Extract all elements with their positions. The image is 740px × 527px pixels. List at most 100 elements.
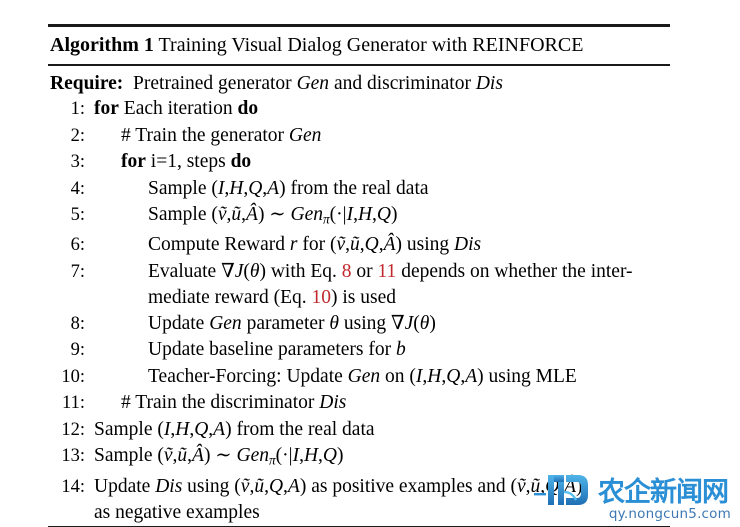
algorithm-line-body: # Train the discriminator Dis [94,390,670,416]
algorithm-text: # Train the discriminator [121,392,319,413]
algorithm-text: Each iteration [119,98,238,119]
algorithm-math-symbol: Q [377,204,391,225]
algorithm-continuation-line: mediate reward (Eq. 10) is used [48,285,670,311]
algorithm-title-text: Training Visual Dialog Generator with RE… [159,34,584,56]
algorithm-text: ) is used [331,287,396,308]
algorithm-require-line: Require: Pretrained generator Gen and di… [48,71,670,97]
algorithm-math-symbol: ũ [231,204,241,225]
require-text-middle: and discriminator [329,73,476,94]
algorithm-math-symbol: Q [248,178,262,199]
algorithm-keyword: for [94,98,119,119]
equation-reference[interactable]: 10 [312,287,332,308]
algorithm-math-symbol: Gen [291,204,324,225]
algorithm-line-body: Teacher-Forcing: Update Gen on (I,H,Q,A)… [94,364,670,390]
algorithm-line: 1:for Each iteration do [48,96,670,123]
algorithm-math-symbol: Q [194,419,208,440]
algorithm-text: ) from the real data [225,419,374,440]
algorithm-math-symbol: Gen [209,313,242,334]
algorithm-line: 2:# Train the generator Gen [48,123,670,150]
algorithm-math-symbol: Â [192,445,204,466]
algorithm-line-number: 9: [48,338,94,364]
algorithm-line-number: 12: [48,418,94,444]
algorithm-math-symbol: Q [446,366,460,387]
algorithm-text: for ( [297,234,336,255]
algorithm-line: 7:Evaluate ∇J(θ) with Eq. 8 or 11 depend… [48,259,670,286]
algorithm-math-symbol: J [405,313,414,334]
watermark-url: qy.nongcun5.com [534,507,732,522]
algorithm-math-symbol: H [304,445,318,466]
algorithm-line: 12:Sample (I,H,Q,A) from the real data [48,417,670,444]
algorithm-math-symbol: H [175,419,189,440]
algorithm-text: Teacher-Forcing: Update [148,366,348,387]
algorithm-text: ) as positive examples and ( [300,476,517,497]
algorithm-title: Algorithm 1 Training Visual Dialog Gener… [48,27,670,64]
algorithm-math-symbol: Dis [155,476,182,497]
algorithm-line-body: for Each iteration do [94,96,670,122]
algorithm-text: on ( [380,366,416,387]
algorithm-math-symbol: Gen [348,366,381,387]
algorithm-math-symbol: b [396,339,406,360]
algorithm-line-number: 5: [48,203,94,229]
algorithm-text: Update [94,476,155,497]
algorithm-line-body: # Train the generator Gen [94,123,670,149]
algorithm-math-symbol: Q [269,476,283,497]
equation-reference[interactable]: 8 [342,261,352,282]
algorithm-math-symbol: Gen [289,125,322,146]
algorithm-line-body: for i=1, steps do [94,149,670,175]
algorithm-math-symbol: A [213,419,225,440]
algorithm-math-symbol: Â [384,234,396,255]
algorithm-text: as negative examples [94,502,260,523]
algorithm-line: 4:Sample (I,H,Q,A) from the real data [48,176,670,203]
equation-reference[interactable]: 11 [378,261,397,282]
algorithm-text: Compute Reward [148,234,290,255]
algorithm-math-symbol: ṽ [336,234,345,255]
algorithm-math-symbol: θ [420,313,430,334]
algorithm-line-number: 6: [48,233,94,259]
algorithm-text: i=1, steps [146,151,231,172]
algorithm-text: using ( [182,476,241,497]
algorithm-math-symbol: ṽ [164,445,173,466]
algorithm-text: ) using MLE [477,366,577,387]
algorithm-line-number: 7: [48,260,94,286]
algorithm-math-symbol: H [229,178,243,199]
algorithm-text: ) using [396,234,455,255]
algorithm-math-symbol: A [288,476,300,497]
algorithm-text: (·| [276,445,293,466]
algorithm-text: parameter [242,313,330,334]
algorithm-body: Require: Pretrained generator Gen and di… [48,66,670,526]
algorithm-math-symbol: Gen [237,445,270,466]
algorithm-line-list: 1:for Each iteration do2:# Train the gen… [48,96,670,525]
algorithm-line-body: Compute Reward r for (ṽ,ũ,Q,Â) using Dis [94,232,670,258]
algorithm-math-symbol: ũ [350,234,360,255]
algorithm-math-symbol: H [427,366,441,387]
algorithm-math-symbol: Dis [454,234,481,255]
algorithm-number-label: Algorithm 1 [50,34,154,56]
algorithm-text: Update baseline parameters for [148,339,396,360]
algorithm-line-number: 11: [48,391,94,417]
algorithm-line: 8:Update Gen parameter θ using ∇J(θ) [48,311,670,338]
algorithm-line: 3:for i=1, steps do [48,149,670,176]
algorithm-math-symbol: Dis [319,392,346,413]
require-line-body: Require: Pretrained generator Gen and di… [48,71,670,97]
algorithm-text: ) [337,445,344,466]
algorithm-text: Sample ( [94,445,164,466]
algorithm-line-number: 1: [48,97,94,123]
nd-monogram-logo-icon [534,473,596,507]
algorithm-line-body: mediate reward (Eq. 10) is used [94,285,670,311]
algorithm-line-body: Sample (I,H,Q,A) from the real data [94,417,670,443]
algorithm-text: or [352,261,378,282]
watermark-top-row: 农企新闻网 [534,473,732,507]
algorithm-math-symbol: θ [329,313,339,334]
watermark: 农企新闻网 qy.nongcun5.com [534,473,732,519]
algorithm-line-body: Update Gen parameter θ using ∇J(θ) [94,311,670,337]
algorithm-line: 5:Sample (ṽ,ũ,Â) ∼ Genπ(·|I,H,Q) [48,202,670,232]
algorithm-math-symbol: A [267,178,279,199]
algorithm-line-number: 2: [48,124,94,150]
algorithm-keyword: do [237,98,258,119]
algorithm-line: 6:Compute Reward r for (ṽ,ũ,Q,Â) using D… [48,232,670,259]
algorithm-line-number: 8: [48,312,94,338]
algorithm-block: Algorithm 1 Training Visual Dialog Gener… [48,24,670,527]
watermark-site-name: 农企新闻网 [598,479,728,507]
algorithm-keyword: do [231,151,252,172]
algorithm-text: using ∇ [339,313,405,334]
